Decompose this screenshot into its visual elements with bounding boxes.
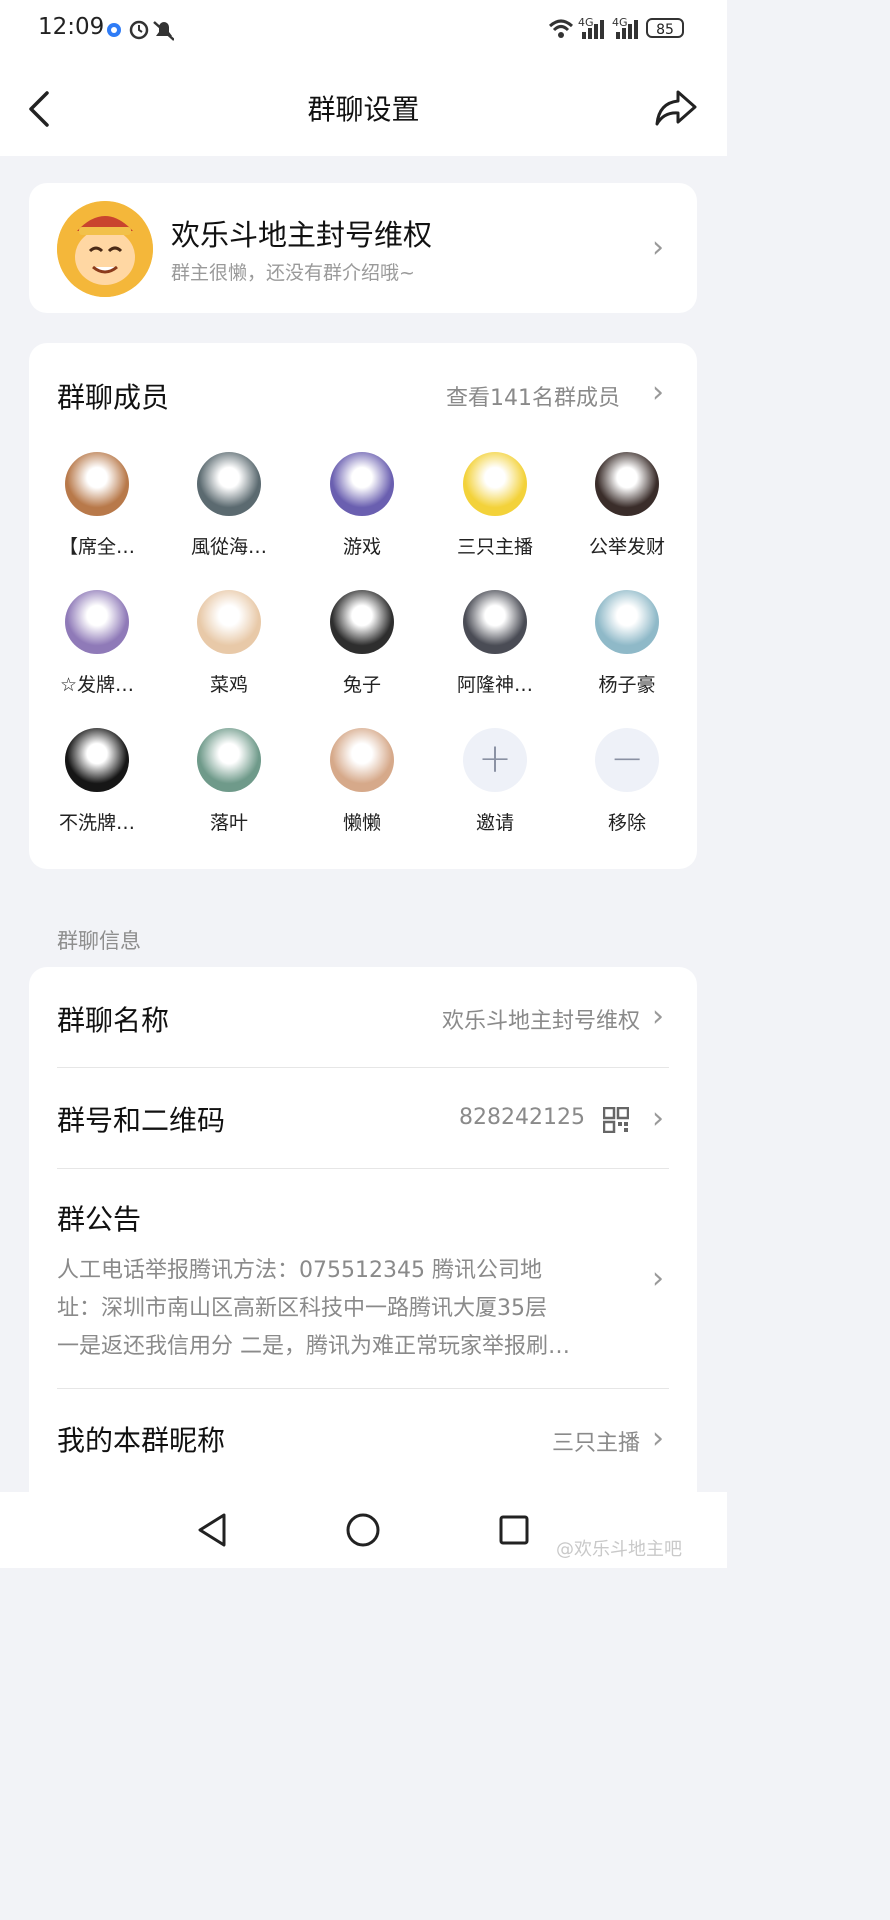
member-name: 阿隆神…	[456, 674, 533, 696]
signal-icon-2	[616, 20, 638, 39]
group-intro: 群主很懒，还没有群介绍哦~	[171, 262, 415, 284]
member-name: 懒懒	[342, 812, 381, 834]
member-avatar	[463, 590, 527, 654]
member-avatar	[463, 452, 527, 516]
divider	[57, 1388, 669, 1389]
section-label-group-info: 群聊信息	[57, 929, 141, 953]
wifi-icon	[548, 19, 574, 38]
member-avatar	[65, 728, 129, 792]
member-name: 游戏	[342, 536, 381, 558]
member-avatar	[330, 452, 394, 516]
notice-line: 一是返还我信用分 二是，腾讯为难正常玩家举报刷…	[57, 1334, 570, 1359]
member-item[interactable]: 【席全…	[32, 452, 162, 559]
group-avatar	[57, 201, 153, 297]
group-number-row-label[interactable]: 群号和二维码	[57, 1099, 225, 1139]
invite-member-button[interactable]: + 邀请	[430, 728, 560, 835]
recents-square-icon[interactable]	[498, 1514, 530, 1546]
member-name: 三只主播	[456, 536, 533, 558]
my-nickname-row-label[interactable]: 我的本群昵称	[57, 1419, 225, 1459]
group-name: 欢乐斗地主封号维权	[171, 218, 433, 252]
minus-icon: −	[595, 728, 659, 792]
group-notice-text[interactable]: 人工电话举报腾讯方法：075512345 腾讯公司地 址：深圳市南山区高新区科技…	[57, 1252, 627, 1366]
member-name: 菜鸡	[209, 674, 248, 696]
member-name: 不洗牌…	[58, 812, 135, 834]
remove-member-button[interactable]: − 移除	[562, 728, 692, 835]
member-avatar	[197, 452, 261, 516]
invite-label: 邀请	[475, 812, 514, 834]
member-item[interactable]: 阿隆神…	[430, 590, 560, 697]
view-all-members-link[interactable]: 查看141名群成员	[446, 380, 620, 412]
share-icon[interactable]	[654, 88, 698, 128]
member-name: 兔子	[342, 674, 381, 696]
member-avatar	[595, 452, 659, 516]
member-item[interactable]: 菜鸡	[164, 590, 294, 697]
divider	[57, 1067, 669, 1068]
notice-line: 人工电话举报腾讯方法：075512345 腾讯公司地	[57, 1258, 542, 1283]
signal-icon-1	[582, 20, 604, 39]
chevron-right-icon[interactable]: ›	[652, 1424, 664, 1454]
member-item[interactable]: 懒懒	[297, 728, 427, 835]
member-avatar	[595, 590, 659, 654]
member-item[interactable]: 兔子	[297, 590, 427, 697]
member-name: 落叶	[209, 812, 248, 834]
chevron-right-icon[interactable]: ›	[652, 1002, 664, 1032]
chevron-right-icon: ›	[652, 230, 664, 265]
group-notice-label[interactable]: 群公告	[57, 1198, 141, 1238]
group-name-row-label[interactable]: 群聊名称	[57, 999, 169, 1039]
member-item[interactable]: 杨子豪	[562, 590, 692, 697]
member-avatar	[65, 590, 129, 654]
member-avatar	[197, 590, 261, 654]
member-item[interactable]: 游戏	[297, 452, 427, 559]
member-avatar	[330, 728, 394, 792]
group-name-row-value[interactable]: 欢乐斗地主封号维权	[380, 1003, 640, 1035]
status-notification-icons	[107, 20, 174, 41]
member-avatar	[197, 728, 261, 792]
member-item[interactable]: 公举发财	[562, 452, 692, 559]
watermark: @欢乐斗地主吧	[556, 1539, 682, 1560]
status-time: 12:09	[38, 14, 105, 40]
chevron-right-icon[interactable]: ›	[652, 1264, 664, 1294]
group-number-value[interactable]: 828242125	[430, 1105, 585, 1130]
member-item[interactable]: 風從海…	[164, 452, 294, 559]
chevron-right-icon[interactable]: ›	[652, 378, 664, 408]
divider	[57, 1168, 669, 1169]
qr-code-icon[interactable]	[603, 1107, 629, 1133]
page-title: 群聊设置	[307, 93, 420, 126]
member-avatar	[65, 452, 129, 516]
member-name: 杨子豪	[598, 674, 656, 696]
chevron-right-icon[interactable]: ›	[652, 1104, 664, 1134]
my-nickname-value[interactable]: 三只主播	[480, 1425, 640, 1457]
member-item[interactable]: 三只主播	[430, 452, 560, 559]
member-name: 風從海…	[190, 536, 267, 558]
member-name: 【席全…	[58, 536, 135, 558]
plus-icon: +	[463, 728, 527, 792]
member-item[interactable]: ☆发牌…	[32, 590, 162, 697]
battery-indicator: 85	[646, 18, 684, 38]
member-avatar	[330, 590, 394, 654]
members-title: 群聊成员	[57, 381, 170, 414]
back-triangle-icon[interactable]	[196, 1512, 228, 1548]
notice-line: 址：深圳市南山区高新区科技中一路腾讯大厦35层	[57, 1296, 547, 1321]
home-circle-icon[interactable]	[345, 1512, 381, 1548]
member-item[interactable]: 不洗牌…	[32, 728, 162, 835]
member-item[interactable]: 落叶	[164, 728, 294, 835]
remove-label: 移除	[607, 812, 646, 834]
member-name: 公举发财	[588, 536, 665, 558]
member-name: ☆发牌…	[59, 674, 135, 696]
